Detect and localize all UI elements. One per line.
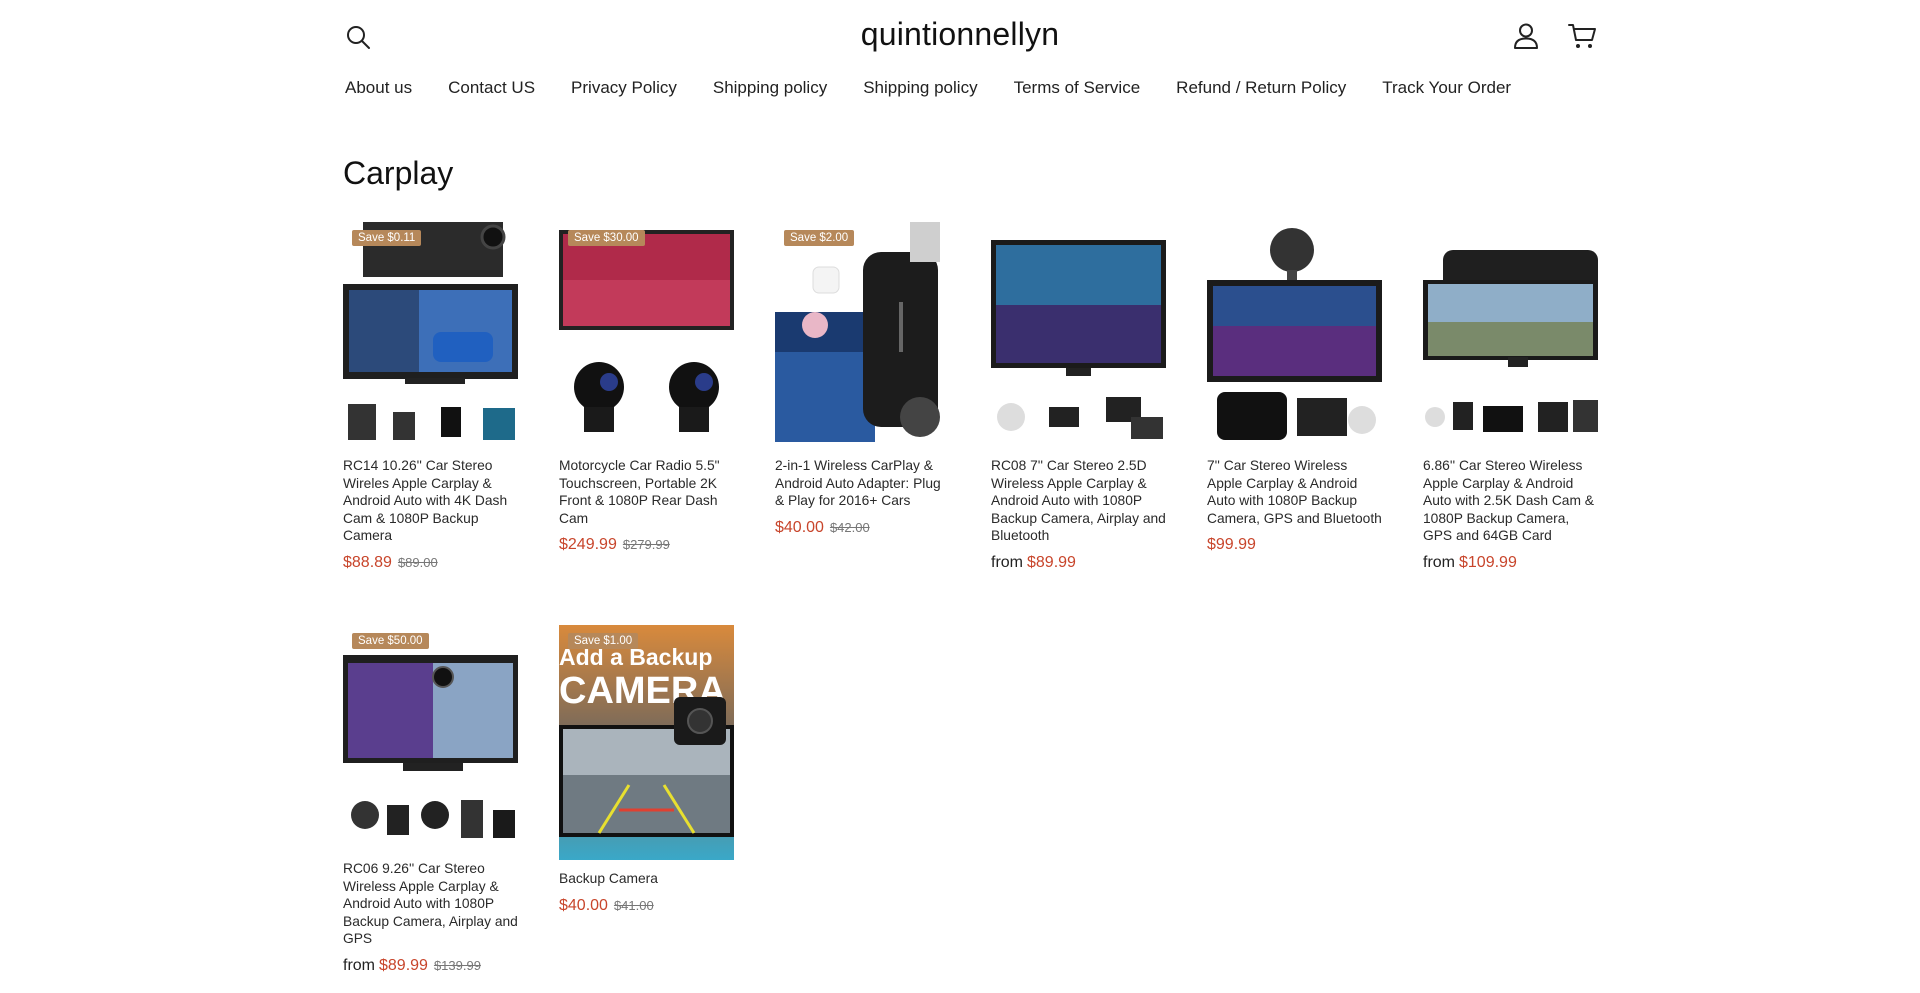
product-title[interactable]: RC06 9.26'' Car Stereo Wireless Apple Ca… <box>343 860 518 948</box>
price-row: $40.00 $41.00 <box>559 897 734 915</box>
nav-privacy-policy[interactable]: Privacy Policy <box>571 78 677 98</box>
compare-price: $279.99 <box>622 537 670 552</box>
product-card[interactable]: Save $50.00 RC06 9.26'' Car Stereo Wirel… <box>343 625 518 975</box>
price-row: $40.00 $42.00 <box>775 519 950 537</box>
account-button[interactable] <box>1511 20 1541 52</box>
motorcycle-radio-image <box>559 222 734 447</box>
product-image[interactable]: Save $30.00 <box>559 222 734 447</box>
site-header: quintionnellyn <box>0 0 1920 70</box>
product-title[interactable]: 6.86'' Car Stereo Wireless Apple Carplay… <box>1423 457 1598 545</box>
product-title[interactable]: Motorcycle Car Radio 5.5" Touchscreen, P… <box>559 457 734 527</box>
sale-price: $40.00 <box>559 896 608 914</box>
product-image[interactable]: Save $0.11 <box>343 222 518 447</box>
nav-shipping-policy-2[interactable]: Shipping policy <box>863 78 977 98</box>
nav-track-your-order[interactable]: Track Your Order <box>1382 78 1511 98</box>
price-row: from $109.99 <box>1423 554 1598 572</box>
product-title[interactable]: Backup Camera <box>559 870 734 888</box>
product-image[interactable]: Save $2.00 <box>775 222 950 447</box>
product-title[interactable]: RC14 10.26'' Car Stereo Wireles Apple Ca… <box>343 457 518 545</box>
car-stereo-image <box>343 222 518 447</box>
account-icon <box>1514 23 1538 49</box>
price-from: from <box>343 956 375 974</box>
price-from: from <box>1423 553 1455 571</box>
product-card[interactable]: Save $2.00 2-in-1 Wireless CarPlay & And… <box>775 222 950 537</box>
main-nav: About us Contact US Privacy Policy Shipp… <box>345 78 1547 98</box>
product-image[interactable]: Save $50.00 <box>343 625 518 850</box>
price-row: $249.99 $279.99 <box>559 536 734 554</box>
product-image[interactable]: Save $1.00 Add a Backup CAMERA <box>559 625 734 860</box>
compare-price: $139.99 <box>433 957 481 973</box>
collection-title: Carplay <box>343 155 454 191</box>
product-image[interactable] <box>1207 222 1382 447</box>
price-row: from $89.99 $139.99 <box>343 957 518 975</box>
product-title[interactable]: 7'' Car Stereo Wireless Apple Carplay & … <box>1207 457 1382 527</box>
cart-icon <box>1568 24 1596 48</box>
product-card[interactable]: Save $1.00 Add a Backup CAMERA Backup Ca… <box>559 625 734 915</box>
nav-refund-return-policy[interactable]: Refund / Return Policy <box>1176 78 1346 98</box>
backup-camera-image: Add a Backup CAMERA <box>559 625 734 860</box>
rc06-stereo-image <box>343 625 518 850</box>
save-badge: Save $30.00 <box>568 230 645 246</box>
sale-price: $249.99 <box>559 536 617 553</box>
product-title[interactable]: 2-in-1 Wireless CarPlay & Android Auto A… <box>775 457 950 510</box>
price-row: from $89.99 <box>991 554 1166 572</box>
product-card[interactable]: Save $0.11 RC14 10.26'' Car Stereo Wirel… <box>343 222 518 572</box>
product-image[interactable] <box>1423 222 1598 447</box>
7in-stereo-image <box>1207 222 1382 447</box>
price-from: from <box>991 553 1023 571</box>
sale-price: $89.99 <box>379 956 428 974</box>
sale-price: $99.99 <box>1207 536 1256 553</box>
save-badge: Save $50.00 <box>352 633 429 649</box>
product-card[interactable]: Save $30.00 Motorcycle Car Radio 5.5" To… <box>559 222 734 554</box>
nav-shipping-policy[interactable]: Shipping policy <box>713 78 827 98</box>
price-row: $88.89 $89.00 <box>343 554 518 572</box>
nav-terms-of-service[interactable]: Terms of Service <box>1014 78 1141 98</box>
save-badge: Save $1.00 <box>568 633 639 649</box>
compare-price: $42.00 <box>829 519 870 535</box>
sale-price: $89.99 <box>1027 553 1076 571</box>
sale-price: $40.00 <box>775 518 824 536</box>
save-badge: Save $0.11 <box>352 230 422 246</box>
nav-about-us[interactable]: About us <box>345 78 412 98</box>
product-title[interactable]: RC08 7'' Car Stereo 2.5D Wireless Apple … <box>991 457 1166 545</box>
carplay-adapter-image <box>775 222 950 447</box>
product-card[interactable]: 6.86'' Car Stereo Wireless Apple Carplay… <box>1423 222 1598 572</box>
rc08-stereo-image <box>991 222 1166 447</box>
sale-price: $88.89 <box>343 553 392 571</box>
compare-price: $89.00 <box>397 554 438 570</box>
product-card[interactable]: 7'' Car Stereo Wireless Apple Carplay & … <box>1207 222 1382 554</box>
price-row: $99.99 <box>1207 536 1382 554</box>
nav-contact-us[interactable]: Contact US <box>448 78 535 98</box>
686in-stereo-image <box>1423 222 1598 447</box>
cart-button[interactable] <box>1565 20 1599 52</box>
store-name[interactable]: quintionnellyn <box>861 16 1060 52</box>
save-badge: Save $2.00 <box>784 230 855 246</box>
store-logo: quintionnellyn <box>0 16 1920 53</box>
product-card[interactable]: RC08 7'' Car Stereo 2.5D Wireless Apple … <box>991 222 1166 572</box>
compare-price: $41.00 <box>613 897 654 913</box>
product-image[interactable] <box>991 222 1166 447</box>
sale-price: $109.99 <box>1459 553 1517 571</box>
